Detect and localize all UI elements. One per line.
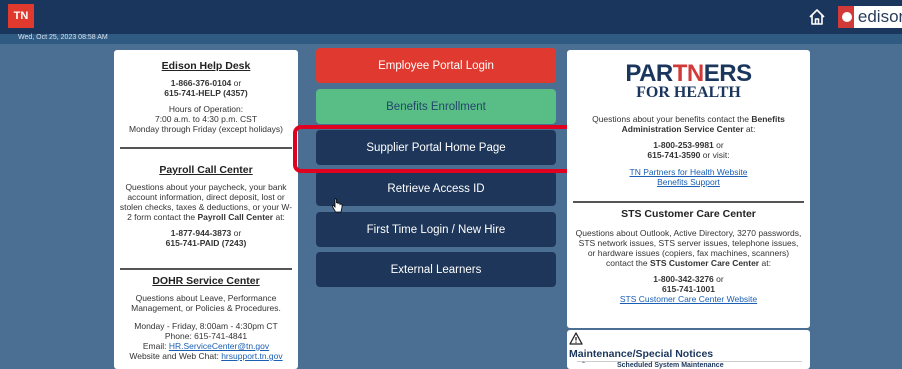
pfh-phone2: 615-741-3590 (647, 150, 701, 160)
edison-badge-icon (838, 6, 854, 28)
pfh-website-link[interactable]: TN Partners for Health Website (567, 167, 810, 177)
edison-logo[interactable]: edison (838, 6, 902, 28)
external-learners-button[interactable]: External Learners (316, 252, 556, 287)
divider (120, 147, 292, 149)
notices-title: Maintenance/Special Notices (569, 348, 714, 360)
highlight-box (293, 125, 583, 173)
helpdesk-hours-label: Hours of Operation: (168, 104, 244, 114)
helpdesk-phone2: 615-741-HELP (4357) (164, 88, 248, 98)
helpdesk-section: Edison Help Desk 1-866-376-0104 or 615-7… (114, 60, 298, 134)
helpdesk-phone1: 1-866-376-0104 (170, 78, 232, 88)
divider (573, 201, 804, 203)
helpdesk-hours1: 7:00 a.m. to 4:30 p.m. CST (154, 114, 258, 124)
pfh-phone1: 1-800-253-9981 (653, 140, 714, 150)
retrieve-access-id-button[interactable]: Retrieve Access ID (316, 171, 556, 206)
employee-portal-login-button[interactable]: Employee Portal Login (316, 48, 556, 83)
top-bar: TN edison (0, 0, 902, 34)
tn-logo[interactable]: TN (8, 4, 34, 28)
helpdesk-hours2: Monday through Friday (except holidays) (128, 124, 284, 134)
payroll-bold: Payroll Call Center (197, 212, 274, 222)
payroll-phone2: 615-741-PAID (7243) (165, 238, 247, 248)
first-time-login-button[interactable]: First Time Login / New Hire (316, 212, 556, 247)
sts-phone1: 1-800-342-3276 (653, 274, 714, 284)
sts-section: STS Customer Care Center Questions about… (567, 208, 810, 304)
sts-title: STS Customer Care Center (621, 208, 756, 220)
dohr-hours: Monday - Friday, 8:00am - 4:30pm CT (134, 321, 278, 331)
divider (120, 268, 292, 270)
pfh-subtitle: FOR HEALTH (636, 84, 741, 101)
dohr-text: Questions about Leave, Performance Manag… (131, 293, 281, 313)
dohr-title: DOHR Service Center (152, 275, 260, 287)
benefits-support-link[interactable]: Benefits Support (567, 177, 810, 187)
partners-for-health-logo: PARTNERS FOR HEALTH (567, 60, 810, 102)
edison-brand-text: edison (857, 7, 902, 26)
benefits-contact-section: Questions about your benefits contact th… (567, 114, 810, 187)
sts-phone2: 615-741-1001 (662, 284, 715, 294)
payroll-title: Payroll Call Center (159, 164, 253, 176)
contact-panel: PARTNERS FOR HEALTH Questions about your… (567, 50, 810, 328)
hand-cursor-icon (331, 198, 343, 213)
payroll-phone1: 1-877-944-3873 (170, 228, 232, 238)
dohr-phone: Phone: 615-741-4841 (164, 331, 248, 341)
dohr-email-link[interactable]: HR.ServiceCenter@tn.gov (169, 341, 269, 351)
home-icon[interactable] (806, 6, 828, 28)
dohr-section: DOHR Service Center Questions about Leav… (114, 275, 298, 361)
notices-panel: Maintenance/Special Notices ⌃ Scheduled … (567, 330, 810, 369)
payroll-section: Payroll Call Center Questions about your… (114, 164, 298, 248)
date-bar: Wed, Oct 25, 2023 08:58 AM (0, 34, 902, 44)
expand-icon[interactable]: ⌃ (581, 361, 586, 368)
pfh-text: Questions about your benefits contact th… (592, 114, 749, 124)
warning-icon (569, 332, 583, 345)
benefits-enrollment-button[interactable]: Benefits Enrollment (316, 89, 556, 124)
dohr-chat-link[interactable]: hrsupport.tn.gov (221, 351, 282, 361)
helpdesk-title: Edison Help Desk (161, 60, 251, 72)
help-panel: Edison Help Desk 1-866-376-0104 or 615-7… (114, 50, 298, 369)
notice-item[interactable]: Scheduled System Maintenance (617, 362, 724, 369)
current-date: Wed, Oct 25, 2023 08:58 AM (18, 34, 108, 41)
sts-bold: STS Customer Care Center (650, 258, 760, 268)
sts-website-link[interactable]: STS Customer Care Center Website (567, 294, 810, 304)
